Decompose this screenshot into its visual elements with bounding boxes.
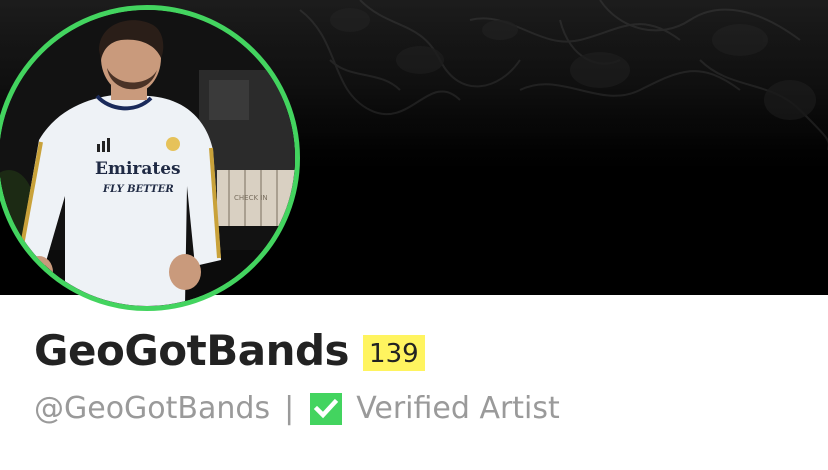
artist-profile-header: CHECK IN Emirates FLY BETTER GeoGotBands… (0, 0, 828, 470)
avatar-photo: CHECK IN Emirates FLY BETTER (0, 10, 295, 306)
jersey-sponsor-text: Emirates (95, 159, 181, 179)
separator: | (284, 391, 295, 426)
artist-name: GeoGotBands (34, 326, 350, 375)
artist-handle[interactable]: @GeoGotBands (34, 391, 270, 426)
check-box-icon (310, 392, 343, 425)
name-row: GeoGotBands 139 (34, 326, 425, 375)
artist-avatar[interactable]: CHECK IN Emirates FLY BETTER (0, 5, 300, 311)
iq-badge[interactable]: 139 (363, 334, 425, 371)
jersey-tagline-text: FLY BETTER (102, 184, 174, 195)
svg-text:CHECK IN: CHECK IN (234, 194, 268, 202)
subtitle-row: @GeoGotBands | Verified Artist (34, 391, 560, 426)
verified-label: Verified Artist (356, 391, 560, 426)
